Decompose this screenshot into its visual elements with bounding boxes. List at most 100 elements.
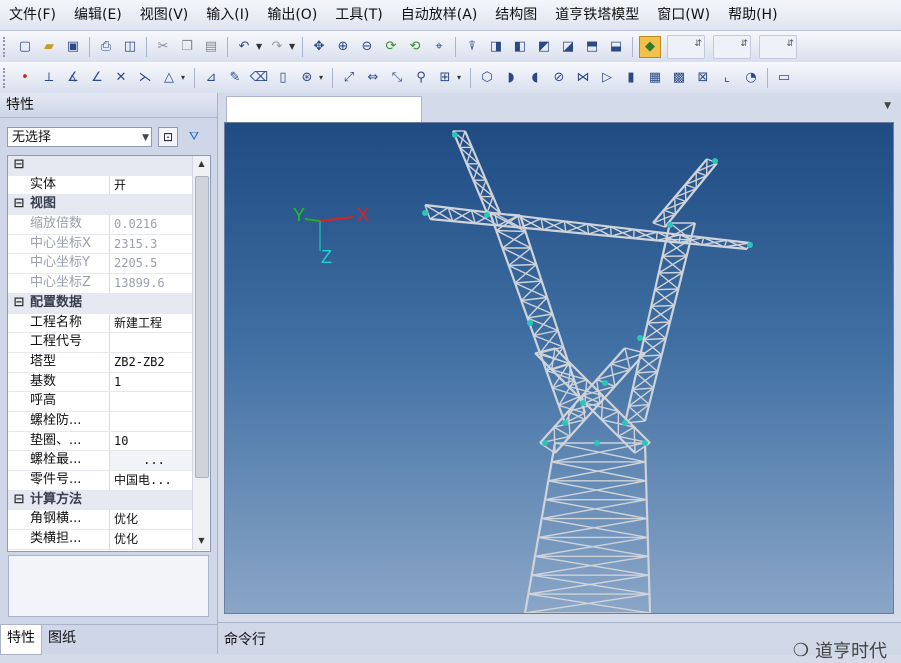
property-row[interactable]: 螺栓弹...读取规程: [8, 550, 210, 552]
selection-dropdown[interactable]: 无选择 ▼: [7, 127, 152, 147]
triangle-icon[interactable]: △: [159, 68, 179, 88]
document-tab[interactable]: [226, 96, 422, 123]
property-row[interactable]: 基数1: [8, 373, 210, 393]
property-value[interactable]: 读取规程: [109, 550, 194, 552]
angle-line-icon[interactable]: ∡: [63, 68, 83, 88]
axis-view-icon[interactable]: ⌖: [429, 37, 449, 57]
scroll-down-icon[interactable]: ▼: [193, 533, 210, 549]
quick-filter-icon[interactable]: ⛛: [184, 127, 204, 147]
property-row[interactable]: 零件号...中国电...: [8, 471, 210, 491]
render-mode-icon[interactable]: ◆: [639, 36, 661, 58]
menu-item-3[interactable]: 输入(I): [197, 0, 258, 30]
bottom-tab-1[interactable]: 图纸: [42, 625, 82, 655]
property-value[interactable]: 10: [109, 432, 194, 451]
property-group-row[interactable]: ⊟配置数据: [8, 294, 210, 314]
part-11-icon[interactable]: ⌞: [717, 68, 737, 88]
toolbar-combo-2[interactable]: [713, 35, 751, 59]
property-value[interactable]: [109, 412, 194, 431]
property-row[interactable]: 工程代号: [8, 333, 210, 353]
part-10-icon[interactable]: ⊠: [693, 68, 713, 88]
part-5-icon[interactable]: ⋈: [573, 68, 593, 88]
toolbar-combo-3[interactable]: [759, 35, 797, 59]
property-row[interactable]: 中心坐标X2315.3: [8, 235, 210, 255]
part-8-icon[interactable]: ▦: [645, 68, 665, 88]
property-value[interactable]: [109, 392, 194, 411]
select-objects-icon[interactable]: ⊡: [158, 127, 178, 147]
part-13-icon[interactable]: ▭: [774, 68, 794, 88]
measure-icon[interactable]: ⇔: [363, 68, 383, 88]
property-value[interactable]: [109, 333, 194, 352]
property-row[interactable]: 螺栓防...: [8, 412, 210, 432]
property-row[interactable]: 塔型ZB2-ZB2: [8, 353, 210, 373]
undo-icon[interactable]: ↶: [234, 37, 254, 57]
model-viewport[interactable]: X Y Z: [224, 122, 894, 614]
menu-item-4[interactable]: 输出(O): [258, 0, 326, 30]
open-folder-icon[interactable]: ▰: [39, 37, 59, 57]
rotate-view-icon[interactable]: ⟲: [405, 37, 425, 57]
property-group-row[interactable]: ⊟: [8, 156, 210, 176]
property-row[interactable]: 中心坐标Y2205.5: [8, 254, 210, 274]
menu-item-7[interactable]: 结构图: [486, 0, 546, 30]
property-value[interactable]: ZB2-ZB2: [109, 353, 194, 372]
pan-icon[interactable]: ✥: [309, 37, 329, 57]
zoom-out-icon[interactable]: ⊖: [357, 37, 377, 57]
pencil-icon[interactable]: ✎: [225, 68, 245, 88]
menu-item-10[interactable]: 帮助(H): [719, 0, 786, 30]
new-file-icon[interactable]: ▢: [15, 37, 35, 57]
collapse-icon[interactable]: ⊟: [8, 491, 30, 510]
redo-icon[interactable]: ↷: [267, 37, 287, 57]
copy-icon[interactable]: ❐: [177, 37, 197, 57]
right-view-icon[interactable]: ◪: [558, 37, 578, 57]
property-value[interactable]: 优化: [109, 530, 194, 549]
property-value[interactable]: 中国电...: [109, 471, 194, 490]
property-row[interactable]: 中心坐标Z13899.6: [8, 274, 210, 294]
property-value[interactable]: 2315.3: [109, 235, 194, 254]
paste-icon[interactable]: ▤: [201, 37, 221, 57]
menu-item-6[interactable]: 自动放样(A): [392, 0, 487, 30]
property-scrollbar[interactable]: ▲ ▼: [192, 156, 210, 549]
toolbar-grip[interactable]: [3, 68, 9, 88]
property-group-row[interactable]: ⊟视图: [8, 195, 210, 215]
part-2-icon[interactable]: ◗: [501, 68, 521, 88]
tab-list-chevron-icon[interactable]: ▼: [884, 101, 891, 111]
property-row[interactable]: 垫圈、...10: [8, 432, 210, 452]
property-value[interactable]: ...: [109, 451, 194, 470]
part-1-icon[interactable]: ⬡: [477, 68, 497, 88]
bar-icon[interactable]: ▯: [273, 68, 293, 88]
plate-icon[interactable]: ⊿: [201, 68, 221, 88]
property-value[interactable]: 1: [109, 373, 194, 392]
menu-item-1[interactable]: 编辑(E): [65, 0, 131, 30]
part-9-icon[interactable]: ▩: [669, 68, 689, 88]
property-value[interactable]: 开: [109, 176, 194, 195]
line-icon[interactable]: ⟂: [39, 68, 59, 88]
bolt-icon[interactable]: ⚲: [411, 68, 431, 88]
back-view-icon[interactable]: ◧: [510, 37, 530, 57]
collapse-icon[interactable]: ⊟: [8, 195, 30, 214]
property-value[interactable]: 新建工程: [109, 314, 194, 333]
part-6-icon[interactable]: ▷: [597, 68, 617, 88]
property-value[interactable]: 0.0216: [109, 215, 194, 234]
node-icon[interactable]: ⊛: [297, 68, 317, 88]
scroll-up-icon[interactable]: ▲: [193, 156, 210, 172]
toolbar-combo-1[interactable]: [667, 35, 705, 59]
menu-item-2[interactable]: 视图(V): [131, 0, 198, 30]
rotate-icon[interactable]: ⟳: [381, 37, 401, 57]
property-row[interactable]: 螺栓最......: [8, 451, 210, 471]
cross-line-icon[interactable]: ✕: [111, 68, 131, 88]
property-value[interactable]: 13899.6: [109, 274, 194, 293]
point-icon[interactable]: •: [15, 68, 35, 88]
collapse-icon[interactable]: ⊟: [8, 156, 30, 175]
menu-item-8[interactable]: 道亨铁塔模型: [546, 0, 648, 30]
property-value[interactable]: 优化: [109, 510, 194, 529]
bottom-tab-0[interactable]: 特性: [0, 625, 42, 655]
property-row[interactable]: 呼高: [8, 392, 210, 412]
menu-item-5[interactable]: 工具(T): [326, 0, 391, 30]
property-row[interactable]: 实体开: [8, 176, 210, 196]
top-view-icon[interactable]: ⬒: [582, 37, 602, 57]
property-row[interactable]: 缩放倍数0.0216: [8, 215, 210, 235]
dim-icon[interactable]: ⤢: [339, 68, 359, 88]
save-icon[interactable]: ▣: [63, 37, 83, 57]
left-view-icon[interactable]: ◩: [534, 37, 554, 57]
tower-view-icon[interactable]: ⍒: [462, 37, 482, 57]
print-icon[interactable]: ⎙: [96, 37, 116, 57]
